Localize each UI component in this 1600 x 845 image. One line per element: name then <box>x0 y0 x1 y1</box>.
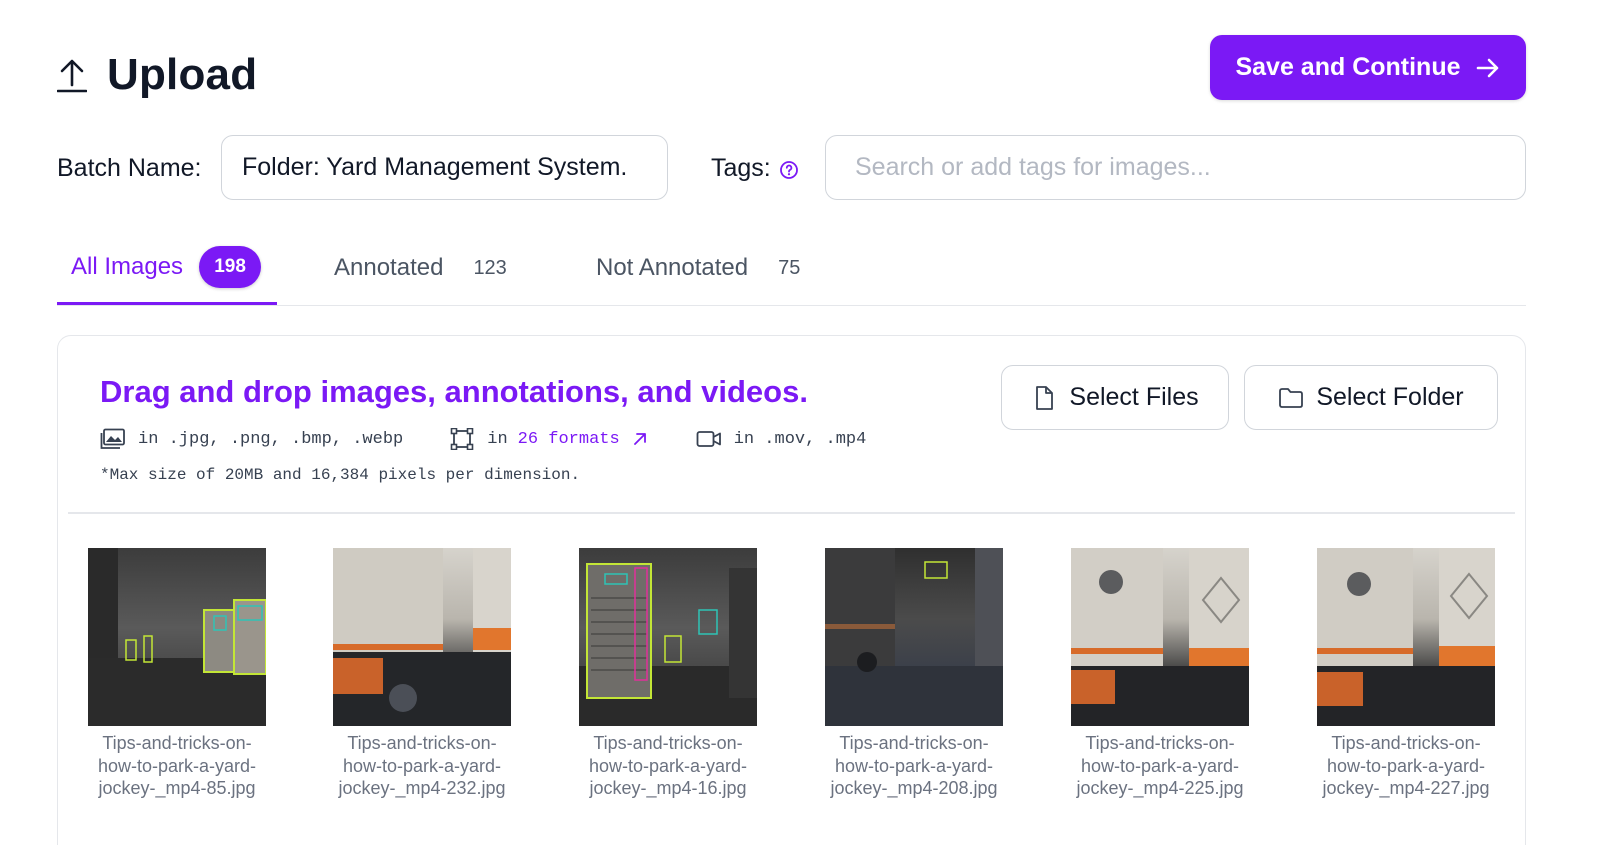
upload-dropzone[interactable]: Drag and drop images, annotations, and v… <box>57 335 1526 845</box>
thumbnail-filename: Tips-and-tricks-on-how-to-park-a-yard-jo… <box>1076 733 1244 798</box>
video-icon <box>696 431 721 447</box>
tags-search-input[interactable] <box>825 135 1526 200</box>
bounding-box-icon <box>450 428 474 450</box>
batch-name-label: Batch Name: <box>57 154 202 182</box>
annotation-formats-link[interactable]: 26 formats <box>518 430 620 449</box>
annotation-formats: in 26 formats <box>449 428 647 450</box>
select-files-label: Select Files <box>1069 383 1199 411</box>
image-thumbnail[interactable]: Tips-and-tricks-on-how-to-park-a-yard-jo… <box>322 548 522 800</box>
external-link-icon[interactable] <box>632 431 648 447</box>
supported-formats: in .jpg, .png, .bmp, .webp in 26 formats… <box>100 428 866 450</box>
thumbnail-filename: Tips-and-tricks-on-how-to-park-a-yard-jo… <box>588 733 748 798</box>
dropzone-divider <box>68 512 1515 514</box>
tab-not-annotated-label: Not Annotated <box>596 254 749 281</box>
image-icon <box>100 428 125 449</box>
image-thumbnail[interactable]: Tips-and-tricks-on-how-to-park-a-yard-jo… <box>814 548 1014 800</box>
tab-all-images-count: 198 <box>199 246 262 288</box>
tab-annotated-label: Annotated <box>334 254 444 281</box>
thumbnail-filename: Tips-and-tricks-on-how-to-park-a-yard-jo… <box>338 733 506 798</box>
thumbnail-image <box>579 548 757 726</box>
arrow-right-icon <box>1476 58 1498 77</box>
upload-icon <box>57 59 87 93</box>
video-formats-text: in .mov, .mp4 <box>733 429 867 449</box>
thumbnail-image <box>1071 548 1249 726</box>
tab-annotated-count: 123 <box>473 256 507 279</box>
image-thumbnail[interactable]: Tips-and-tricks-on-how-to-park-a-yard-jo… <box>1306 548 1506 800</box>
tab-not-annotated[interactable]: Not Annotated 75 <box>596 254 800 282</box>
upload-limit-note: *Max size of 20MB and 16,384 pixels per … <box>100 466 581 484</box>
thumbnail-filename: Tips-and-tricks-on-how-to-park-a-yard-jo… <box>97 733 257 798</box>
tab-all-images-label: All Images <box>71 253 184 280</box>
video-formats: in .mov, .mp4 <box>696 428 867 450</box>
thumbnail-filename: Tips-and-tricks-on-how-to-park-a-yard-jo… <box>830 733 998 798</box>
tags-label: Tags: <box>711 154 771 182</box>
thumbnail-image <box>333 548 511 726</box>
file-icon <box>1036 385 1054 410</box>
select-folder-button[interactable]: Select Folder <box>1244 365 1498 430</box>
select-files-button[interactable]: Select Files <box>1001 365 1229 430</box>
thumbnail-image <box>88 548 266 726</box>
save-and-continue-button[interactable]: Save and Continue <box>1210 35 1526 100</box>
page-header: Upload <box>57 50 257 100</box>
active-tab-indicator <box>57 302 277 305</box>
thumbnail-image <box>1317 548 1495 726</box>
select-folder-label: Select Folder <box>1316 383 1464 411</box>
image-formats: in .jpg, .png, .bmp, .webp <box>100 428 403 450</box>
tab-not-annotated-count: 75 <box>778 256 801 279</box>
folder-icon <box>1279 387 1304 408</box>
image-thumbnail[interactable]: Tips-and-tricks-on-how-to-park-a-yard-jo… <box>568 548 768 800</box>
thumbnail-filename: Tips-and-tricks-on-how-to-park-a-yard-jo… <box>1322 733 1490 798</box>
batch-name-input[interactable] <box>221 135 668 200</box>
tab-annotated[interactable]: Annotated 123 <box>334 254 507 282</box>
page-title: Upload <box>107 50 258 99</box>
annotation-formats-prefix: in <box>487 429 508 449</box>
image-thumbnail[interactable]: Tips-and-tricks-on-how-to-park-a-yard-jo… <box>1060 548 1260 800</box>
image-thumbnail[interactable]: Tips-and-tricks-on-how-to-park-a-yard-jo… <box>77 548 277 800</box>
tags-label-group: Tags: <box>711 154 799 183</box>
filter-tabs: All Images 198 Annotated 123 Not Annotat… <box>57 240 1526 306</box>
tab-all-images[interactable]: All Images 198 <box>71 246 262 288</box>
dropzone-title: Drag and drop images, annotations, and v… <box>100 374 808 409</box>
thumbnail-image <box>825 548 1003 726</box>
image-formats-text: in .jpg, .png, .bmp, .webp <box>138 429 404 449</box>
save-and-continue-label: Save and Continue <box>1235 53 1461 81</box>
help-icon[interactable] <box>779 160 799 180</box>
